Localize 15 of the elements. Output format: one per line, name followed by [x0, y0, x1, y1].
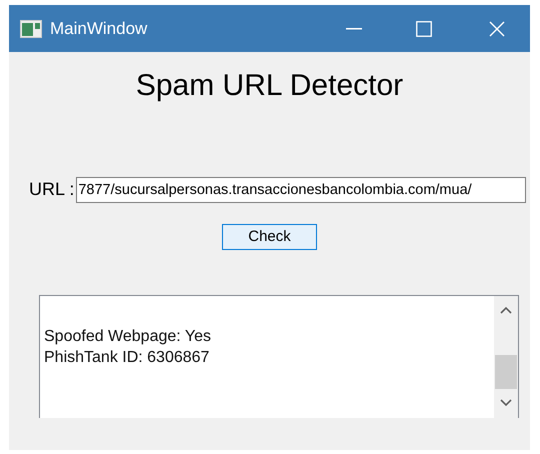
output-line: Spoofed Webpage: Yes [44, 327, 212, 347]
maximize-icon [416, 20, 432, 36]
output-line: PhishTank ID: 6306867 [44, 348, 210, 368]
app-icon [20, 20, 42, 38]
app-heading: Spam URL Detector [136, 68, 404, 104]
url-field[interactable]: 7877/sucursalpersonas.transaccionesbancolombia.com/mua/ [76, 176, 526, 202]
scroll-down-icon[interactable] [500, 399, 512, 407]
check-button[interactable]: Check [222, 224, 317, 250]
scrollbar[interactable] [494, 296, 518, 418]
scroll-up-icon[interactable] [500, 306, 512, 314]
url-label: URL : [29, 178, 74, 201]
scrollbar-thumb[interactable] [495, 355, 517, 389]
window-title: MainWindow [50, 18, 148, 40]
close-icon [489, 20, 505, 36]
minimize-icon [346, 28, 362, 30]
